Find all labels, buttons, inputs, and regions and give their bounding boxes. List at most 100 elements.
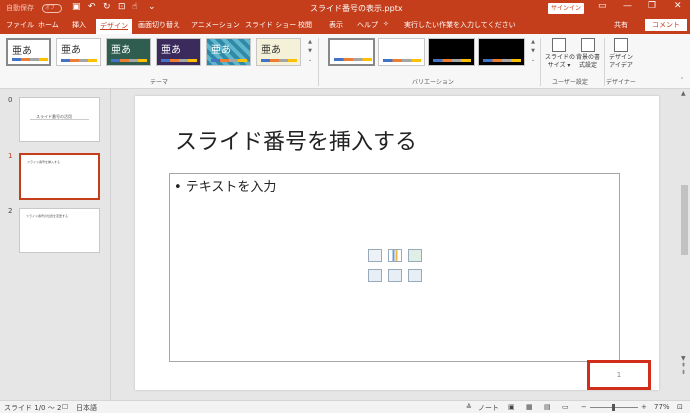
themes-scroll-up-icon[interactable]: ▲ [306,38,314,47]
slide-position: スライド 1/0 ～ 2 [4,404,62,412]
theme-sample: 亜あ [211,45,231,56]
insert-table-icon[interactable] [368,249,382,262]
zoom-slider-knob[interactable] [612,404,615,411]
theme-2[interactable]: 亜あ [56,38,101,66]
slide-size-button[interactable]: スライドの サイズ ▾ [545,38,575,70]
status-bar: スライド 1/0 ～ 2 ☐ 日本語 ≙ ノート ▣ ▦ ▤ ▭ − + 77%… [0,400,690,413]
slide-number-label: 0 [8,96,13,104]
theme-4[interactable]: 亜あ [156,38,201,66]
reading-view-icon[interactable]: ▤ [544,403,551,411]
spellcheck-icon[interactable]: ☐ [62,403,68,411]
start-presentation-icon[interactable]: ⊡ [118,2,126,12]
undo-icon[interactable]: ↶ [88,2,96,12]
variant-1[interactable] [328,38,375,66]
slide-thumbnail[interactable]: スライド番号の活用 [19,97,100,142]
slideshow-view-icon[interactable]: ▭ [562,403,569,411]
tab-help[interactable]: ヘルプ [357,20,378,30]
insert-chart-icon[interactable] [388,249,402,262]
themes-scroll-down-icon[interactable]: ▼ [306,47,314,56]
insert-online-picture-icon[interactable] [388,269,402,282]
slide-number-highlight[interactable]: 1 [587,360,651,390]
variants-scroll-up-icon[interactable]: ▲ [529,38,537,47]
tab-home[interactable]: ホーム [38,20,59,30]
tab-slideshow[interactable]: スライド ショー [245,20,296,30]
variants-group-label: バリエーション [412,79,454,86]
collapse-ribbon-icon[interactable]: ⌃ [678,76,686,85]
insert-smartart-icon[interactable] [408,249,422,262]
tab-insert[interactable]: 挿入 [72,20,86,30]
theme-6[interactable]: 亜あ [256,38,301,66]
theme-office[interactable]: 亜あ [6,38,51,66]
insert-picture-icon[interactable] [368,269,382,282]
zoom-in-icon[interactable]: + [641,403,647,411]
scroll-up-icon[interactable]: ▲ [681,90,686,97]
themes-more-icon[interactable]: ⌄ [306,56,314,65]
zoom-level[interactable]: 77% [654,403,670,411]
variants-more-icon[interactable]: ⌄ [529,56,537,65]
design-ribbon: 亜あ 亜あ 亜あ 亜あ 亜あ 亜あ ▲ ▼ ⌄ テーマ ▲ ▼ ⌄ バリエーショ… [0,34,690,89]
lightbulb-icon: ✧ [383,20,389,28]
bullet-text[interactable]: • テキストを入力 [174,176,276,195]
touch-mode-icon[interactable]: ☝ [132,2,137,12]
comments-button[interactable]: コメント [645,19,687,31]
autosave-toggle[interactable]: オフ [42,4,62,13]
slide-thumbnail[interactable]: スライド番号の位置を変更する [19,208,100,253]
normal-view-icon[interactable]: ▣ [508,403,515,411]
theme-sample: 亜あ [61,45,81,56]
tab-file[interactable]: ファイル [6,20,34,30]
zoom-out-icon[interactable]: − [581,403,587,411]
tab-review[interactable]: 校閲 [298,20,312,30]
variants-scroll-down-icon[interactable]: ▼ [529,47,537,56]
tell-me-input[interactable]: 実行したい作業を入力してください [404,20,516,30]
notes-button[interactable]: ノート [478,403,499,413]
slide-sorter-icon[interactable]: ▦ [526,403,533,411]
format-background-icon [581,38,595,52]
slide-size-icon [552,38,566,52]
theme-sample: 亜あ [261,45,281,56]
autosave-label: 自動保存 [6,4,34,12]
customize-quick-access-icon[interactable]: ⌄ [148,2,156,12]
theme-sample: 亜あ [12,46,32,57]
designer-group-label: デザイナー [606,79,636,86]
insert-video-icon[interactable] [408,269,422,282]
maximize-icon[interactable]: ❐ [648,1,656,11]
variant-2[interactable] [378,38,425,66]
theme-3[interactable]: 亜あ [106,38,151,66]
design-ideas-button[interactable]: デザイン アイデア [607,38,635,70]
tab-animations[interactable]: アニメーション [191,20,240,30]
tab-design[interactable]: デザイン [96,19,132,34]
redo-icon[interactable]: ↻ [103,2,111,12]
save-icon[interactable]: ▣ [72,2,81,12]
vertical-scrollbar[interactable]: ▲ ▼ ⇞ ⇟ [679,89,690,400]
minimize-icon[interactable]: — [623,1,632,11]
slide-number-label: 2 [8,207,13,215]
slide-thumbnails-pane: 0 スライド番号の活用 1 スライド番号を挿入する 2 スライド番号の位置を変更… [0,89,110,400]
theme-5[interactable]: 亜あ [206,38,251,66]
format-background-button[interactable]: 背景の書 式設定 [574,38,602,70]
slide-thumbnail-selected[interactable]: スライド番号を挿入する [19,153,100,200]
share-button[interactable]: 共有 [614,20,628,30]
slide-canvas[interactable]: スライド番号を挿入する • テキストを入力 1 [135,96,659,390]
variant-4[interactable] [478,38,525,66]
slide-title[interactable]: スライド番号を挿入する [175,124,417,156]
theme-sample: 亜あ [161,45,181,56]
content-placeholder[interactable]: • テキストを入力 [169,173,620,362]
title-bar: 自動保存 オフ ▣ ↶ ↻ ⊡ ☝ ⌄ スライド番号の表示.pptx サインイン… [0,0,690,17]
insert-content-icons [368,249,426,289]
document-title: スライド番号の表示.pptx [310,4,403,13]
scroll-down-icons[interactable]: ▼ ⇞ ⇟ [681,355,686,376]
close-icon[interactable]: ✕ [674,1,682,11]
fit-to-window-icon[interactable]: ⊡ [677,403,683,411]
notes-icon[interactable]: ≙ [466,403,472,411]
ribbon-tabs: ファイル ホーム 挿入 デザイン 画面切り替え アニメーション スライド ショー… [0,17,690,34]
scroll-thumb[interactable] [681,185,688,255]
variant-3[interactable] [428,38,475,66]
tab-view[interactable]: 表示 [329,20,343,30]
tab-transitions[interactable]: 画面切り替え [138,20,180,30]
language-indicator[interactable]: 日本語 [76,403,97,413]
slide-number-text: 1 [616,371,622,379]
ribbon-display-options-icon[interactable]: ▭ [598,1,607,11]
theme-sample: 亜あ [111,45,131,56]
signin-button[interactable]: サインイン [548,3,584,14]
user-settings-group-label: ユーザー設定 [552,79,588,86]
